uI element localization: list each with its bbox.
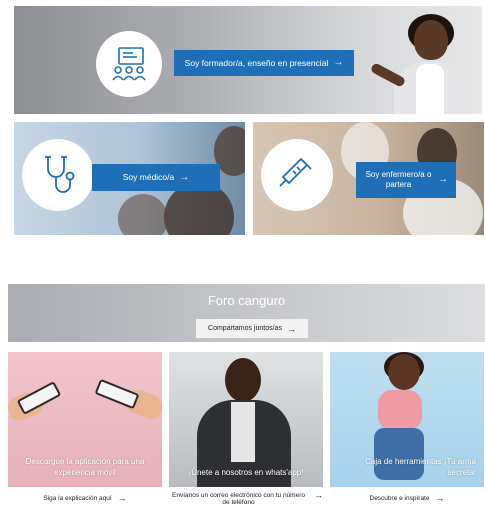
trainer-cta-button[interactable]: Soy formador/a, enseño en presencial →: [174, 50, 354, 76]
whatsapp-caption: ¡Únete a nosotros en whats'app!: [188, 468, 304, 478]
arrow-right-icon: →: [286, 323, 296, 334]
arrow-right-icon: →: [117, 493, 127, 503]
nurse-card: Soy enfermero/a o partera →: [253, 122, 484, 235]
phone-right: [94, 378, 140, 410]
syringe-icon: [261, 139, 333, 211]
trainer-cta-label: Soy formador/a, enseño en presencial: [184, 57, 329, 68]
discover-link[interactable]: Descubre e inspírate →: [330, 493, 484, 509]
email-us-link[interactable]: Envíanos un correo electrónico con tu nú…: [169, 490, 323, 507]
arrow-right-icon: →: [179, 171, 190, 183]
hero-banner: Soy formador/a, enseño en presencial →: [14, 6, 482, 114]
forum-share-button[interactable]: Compartamos juntos/as →: [196, 319, 308, 338]
forum-banner: Foro canguro Compartamos juntos/as →: [8, 284, 485, 342]
woman-top: [378, 390, 422, 430]
stethoscope-icon: [22, 139, 94, 211]
instructor-shirt: [416, 64, 444, 114]
arrow-right-icon: →: [435, 493, 445, 503]
arrow-right-icon: →: [314, 490, 323, 500]
instructor-photo: [414, 20, 448, 60]
app-instructions-label: Siga la explicación aquí: [43, 495, 112, 502]
doctor-cta-button[interactable]: Soy médico/a →: [92, 164, 220, 191]
forum-title: Foro canguro: [207, 293, 286, 308]
app-download-caption: Descargue la aplicación para una experie…: [25, 457, 145, 478]
doctor-cta-label: Soy médico/a: [122, 172, 175, 183]
app-instructions-link[interactable]: Siga la explicación aquí →: [8, 493, 162, 509]
man-photo: [225, 358, 261, 402]
woman-photo: [388, 354, 420, 390]
arrow-right-icon: →: [333, 57, 344, 68]
forum-share-label: Compartamos juntos/as: [208, 325, 282, 332]
man-shirt: [231, 402, 255, 462]
nurse-cta-label: Soy enfermero/a o partera: [365, 170, 432, 189]
discover-label: Descubre e inspírate: [369, 495, 430, 502]
toolbox-card[interactable]: Caja de herramientas ¡Tu arma secreta!: [330, 352, 484, 487]
patient-photo: [118, 194, 168, 235]
email-us-label: Envíanos un correo electrónico con tu nú…: [172, 492, 305, 507]
toolbox-caption: Caja de herramientas ¡Tu arma secreta!: [365, 457, 476, 478]
arrow-right-icon: →: [438, 174, 448, 185]
whatsapp-card[interactable]: ¡Únete a nosotros en whats'app!: [169, 352, 323, 487]
doctor-card: Soy médico/a →: [14, 122, 245, 235]
nurse-cta-button[interactable]: Soy enfermero/a o partera →: [356, 162, 456, 198]
classroom-presentation-icon: [96, 31, 162, 97]
app-download-card[interactable]: Descargue la aplicación para una experie…: [8, 352, 162, 487]
